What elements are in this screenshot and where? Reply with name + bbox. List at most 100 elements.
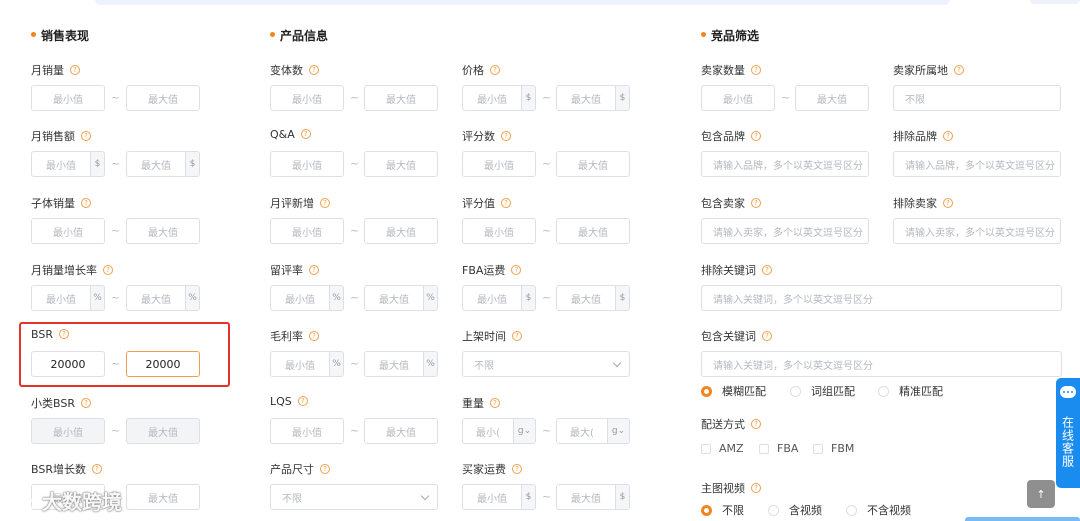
help-icon[interactable]: ? — [91, 464, 102, 474]
review-rate-min-input[interactable]: 最小值% — [270, 285, 344, 311]
review-rate-max-input[interactable]: 最大值% — [364, 285, 438, 311]
weight-min-input[interactable]: 最小(g ⌄ — [462, 418, 536, 444]
lqs-min-input[interactable]: 最小值 — [270, 418, 344, 444]
gross-margin-min-input[interactable]: 最小值% — [270, 351, 344, 377]
video-without-radio[interactable]: 不含视频 — [846, 502, 911, 518]
weight-unit-select[interactable]: g ⌄ — [513, 419, 535, 443]
help-icon[interactable]: ? — [501, 198, 511, 208]
monthly-sales-max-input[interactable]: 最大值 — [126, 85, 200, 111]
monthly-revenue-max-input[interactable]: 最大值 $ — [126, 151, 200, 177]
help-icon[interactable]: ? — [103, 265, 113, 275]
label-listing-time: 上架时间? — [462, 328, 522, 344]
help-icon[interactable]: ? — [511, 265, 522, 275]
bsr-max-input[interactable]: 20000 — [126, 351, 200, 377]
include-seller-input[interactable]: 请输入卖家，多个以英文逗号区分 — [701, 218, 869, 244]
include-brand-input[interactable]: 请输入品牌，多个以英文逗号区分 — [701, 151, 869, 177]
help-icon[interactable]: ? — [490, 65, 500, 75]
help-icon[interactable]: ? — [81, 131, 91, 141]
qa-max-input[interactable]: 最大值 — [364, 151, 438, 177]
weight-unit-select[interactable]: g ⌄ — [607, 419, 629, 443]
label-child-sales: 子体销量? — [31, 195, 91, 211]
bsr-min-input[interactable]: 20000 — [31, 351, 105, 377]
rating-max-input[interactable]: 最大值 — [556, 218, 630, 244]
help-icon[interactable]: ? — [762, 331, 772, 341]
rating-min-input[interactable]: 最小值 — [462, 218, 536, 244]
watermark-text: 大数跨境 — [42, 490, 122, 514]
help-icon[interactable]: ? — [954, 65, 964, 75]
help-icon[interactable]: ? — [70, 65, 80, 75]
monthly-sales-min-input[interactable]: 最小值 — [31, 85, 105, 111]
sub-bsr-max-input[interactable]: 最大值 — [126, 418, 200, 444]
video-with-radio[interactable]: 含视频 — [768, 502, 822, 518]
exclude-keyword-input[interactable]: 请输入关键词，多个以英文逗号区分 — [701, 285, 1062, 311]
label-include-seller: 包含卖家? — [701, 195, 761, 211]
gross-margin-max-input[interactable]: 最大值% — [364, 351, 438, 377]
help-icon[interactable]: ? — [751, 131, 761, 141]
qa-min-input[interactable]: 最小值 — [270, 151, 344, 177]
help-icon[interactable]: ? — [80, 398, 91, 408]
seller-count-max-input[interactable]: 最大值 — [795, 85, 869, 111]
variants-max-input[interactable]: 最大值 — [364, 85, 438, 111]
help-icon[interactable]: ? — [512, 331, 522, 341]
help-icon[interactable]: ? — [320, 464, 330, 474]
price-max-input[interactable]: 最大值 $ — [556, 85, 630, 111]
seller-location-select[interactable]: 不限 — [893, 85, 1061, 111]
fba-fee-max-input[interactable]: 最大值 $ — [556, 285, 630, 311]
monthly-reviews-min-input[interactable]: 最小值 — [270, 218, 344, 244]
help-icon[interactable]: ? — [300, 129, 311, 139]
range-separator: ~ — [111, 224, 121, 237]
seller-count-min-input[interactable]: 最小值 — [701, 85, 775, 111]
bsr-growth-max-input[interactable]: 最大值 — [126, 484, 200, 510]
help-icon[interactable]: ? — [751, 65, 761, 75]
exclude-seller-input[interactable]: 请输入卖家，多个以英文逗号区分 — [893, 218, 1061, 244]
child-sales-min-input[interactable]: 最小值 — [31, 218, 105, 244]
delivery-fba-checkbox[interactable]: FBA — [759, 442, 798, 455]
online-service-button[interactable]: 在线客服 — [1056, 378, 1080, 488]
video-any-radio[interactable]: 不限 — [701, 502, 744, 518]
sales-growth-max-input[interactable]: 最大值% — [126, 285, 200, 311]
monthly-revenue-min-input[interactable]: 最小值 $ — [31, 151, 105, 177]
match-phrase-radio[interactable]: 词组匹配 — [790, 383, 855, 399]
rating-count-max-input[interactable]: 最大值 — [556, 151, 630, 177]
help-icon[interactable]: ? — [943, 198, 953, 208]
help-icon[interactable]: ? — [751, 483, 761, 493]
monthly-reviews-max-input[interactable]: 最大值 — [364, 218, 438, 244]
help-icon[interactable]: ? — [309, 65, 319, 75]
match-exact-radio[interactable]: 精准匹配 — [878, 383, 943, 399]
include-keyword-input[interactable]: 请输入关键词，多个以英文逗号区分 — [701, 351, 1062, 377]
help-icon[interactable]: ? — [490, 398, 500, 408]
delivery-fbm-checkbox[interactable]: FBM — [813, 442, 854, 455]
exclude-brand-input[interactable]: 请输入品牌，多个以英文逗号区分 — [893, 151, 1061, 177]
sales-growth-min-input[interactable]: 最小值% — [31, 285, 105, 311]
back-to-top-button[interactable]: ↑ — [1027, 480, 1055, 508]
product-size-select[interactable]: 不限 — [270, 484, 438, 510]
buyer-shipping-min-input[interactable]: 最小值 $ — [462, 484, 536, 510]
delivery-amz-checkbox[interactable]: AMZ — [701, 442, 744, 455]
help-icon[interactable]: ? — [762, 265, 772, 275]
buyer-shipping-max-input[interactable]: 最大值 $ — [556, 484, 630, 510]
help-icon[interactable]: ? — [297, 396, 308, 406]
label-monthly-revenue: 月销售额? — [31, 128, 91, 144]
child-sales-max-input[interactable]: 最大值 — [126, 218, 200, 244]
help-icon[interactable]: ? — [512, 464, 522, 474]
help-icon[interactable]: ? — [501, 131, 511, 141]
help-icon[interactable]: ? — [943, 131, 953, 141]
help-icon[interactable]: ? — [58, 329, 69, 339]
lqs-max-input[interactable]: 最大值 — [364, 418, 438, 444]
bottom-tab-edge — [965, 517, 1080, 521]
sub-bsr-min-input[interactable]: 最小值 — [31, 418, 105, 444]
help-icon[interactable]: ? — [751, 198, 761, 208]
variants-min-input[interactable]: 最小值 — [270, 85, 344, 111]
fba-fee-min-input[interactable]: 最小值 $ — [462, 285, 536, 311]
help-icon[interactable]: ? — [81, 198, 91, 208]
match-fuzzy-radio[interactable]: 模糊匹配 — [701, 383, 766, 399]
weight-max-input[interactable]: 最大(g ⌄ — [556, 418, 630, 444]
price-min-input[interactable]: 最小值 $ — [462, 85, 536, 111]
rating-count-min-input[interactable]: 最小值 — [462, 151, 536, 177]
help-icon[interactable]: ? — [309, 331, 319, 341]
listing-time-select[interactable]: 不限 — [462, 351, 630, 377]
label-exclude-brand: 排除品牌? — [893, 128, 953, 144]
help-icon[interactable]: ? — [751, 419, 761, 429]
help-icon[interactable]: ? — [320, 198, 330, 208]
help-icon[interactable]: ? — [309, 265, 319, 275]
